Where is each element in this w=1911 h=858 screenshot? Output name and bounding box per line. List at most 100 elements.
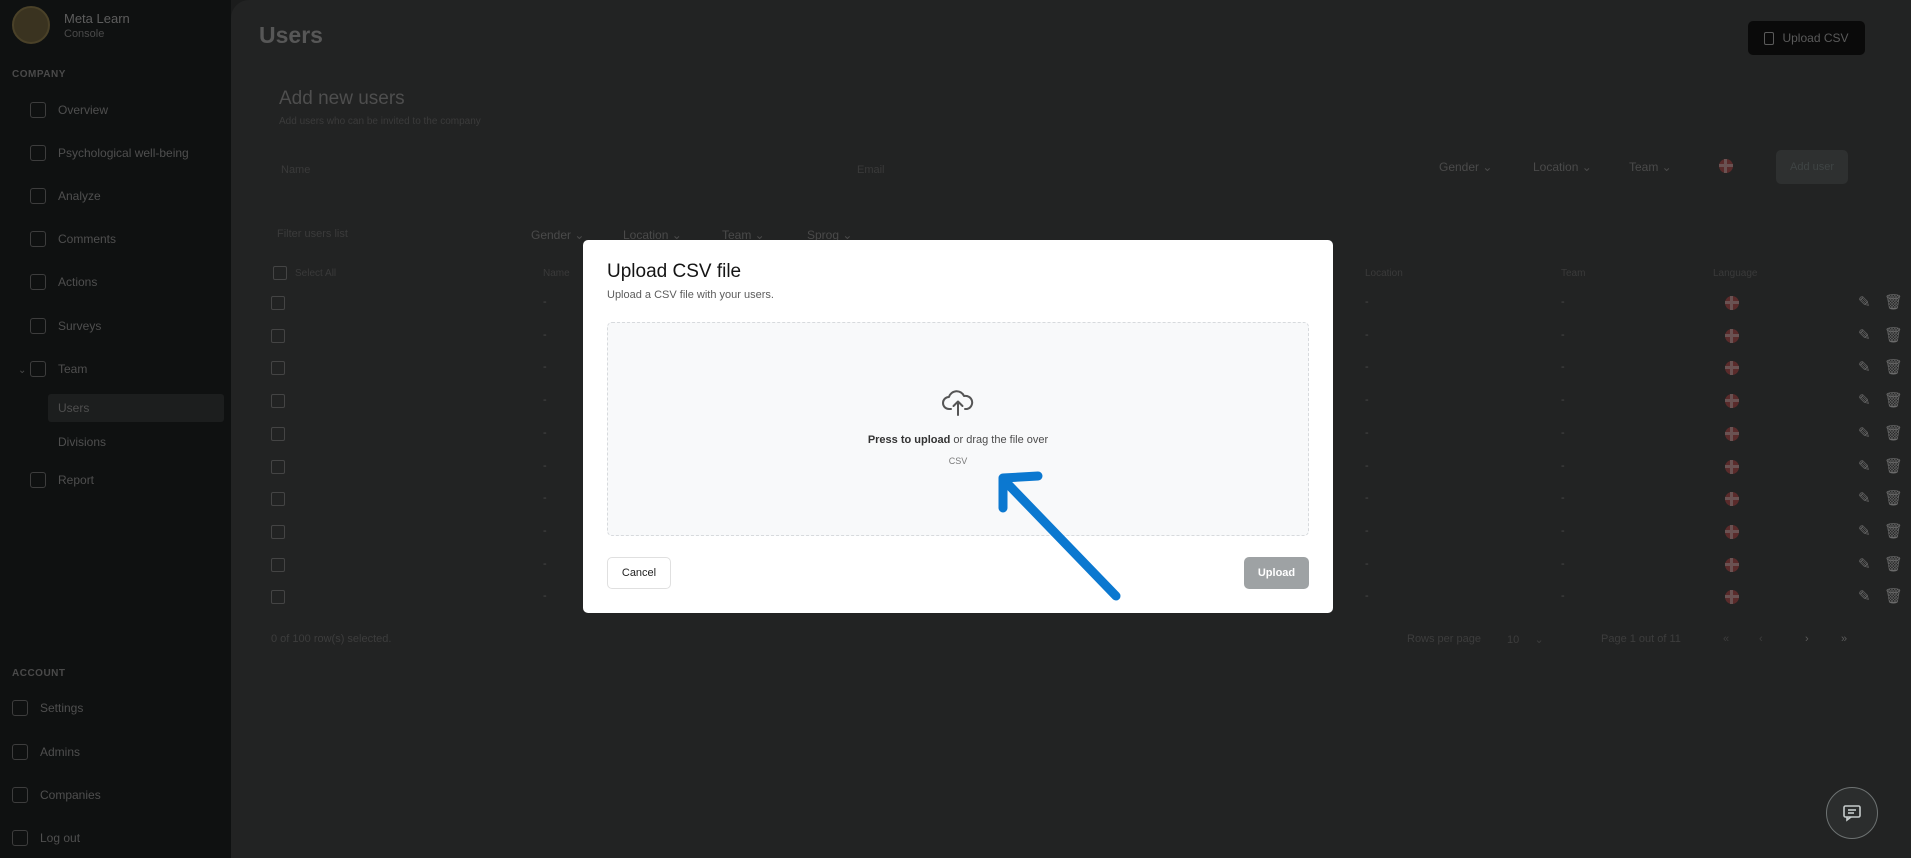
header-language: Language [1713, 268, 1758, 279]
sidebar-item-users[interactable]: Users [48, 394, 224, 422]
cell-location: - [1365, 459, 1369, 472]
row-checkbox[interactable] [271, 394, 285, 409]
row-checkbox[interactable] [271, 426, 285, 441]
chat-icon[interactable] [1826, 787, 1878, 839]
shield-icon [12, 744, 28, 760]
edit-icon[interactable]: ✎ [1858, 587, 1871, 605]
sidebar-item-report[interactable]: Report [30, 465, 222, 495]
language-flag-icon[interactable] [1719, 159, 1733, 173]
upload-csv-dialog: Upload CSV file Upload a CSV file with y… [583, 240, 1333, 613]
team-select[interactable]: Team ⌄ [1629, 160, 1672, 174]
trash-icon[interactable]: 🗑 [1884, 293, 1903, 311]
edit-icon[interactable]: ✎ [1858, 391, 1871, 409]
header-location: Location [1365, 268, 1403, 279]
report-icon [30, 472, 46, 488]
gender-select[interactable]: Gender ⌄ [1439, 160, 1492, 174]
upload-button[interactable]: Upload [1244, 557, 1309, 589]
add-user-button[interactable]: Add user [1776, 150, 1848, 184]
next-page-button[interactable]: › [1805, 633, 1809, 645]
row-checkbox[interactable] [271, 459, 285, 474]
row-checkbox[interactable] [271, 524, 285, 539]
sidebar-item-actions[interactable]: Actions [30, 267, 222, 297]
sidebar-item-admins[interactable]: Admins [12, 737, 204, 767]
row-checkbox[interactable] [271, 296, 285, 310]
row-checkbox[interactable] [271, 557, 285, 572]
sidebar-item-team[interactable]: Team [30, 354, 222, 384]
edit-icon[interactable]: ✎ [1858, 424, 1871, 442]
trash-icon[interactable]: 🗑 [1884, 489, 1903, 507]
trash-icon[interactable]: 🗑 [1884, 555, 1903, 573]
section-account: ACCOUNT [12, 668, 66, 679]
sidebar-item-divisions[interactable]: Divisions [48, 428, 224, 456]
sidebar-item-comments[interactable]: Comments [30, 224, 222, 254]
row-checkbox[interactable] [271, 361, 285, 376]
cell-name: - [543, 524, 547, 537]
brand-logo [12, 6, 50, 44]
cell-name: - [543, 590, 547, 603]
rows-per-page-label: Rows per page [1407, 633, 1481, 645]
sidebar-item-analyze[interactable]: Analyze [30, 181, 222, 211]
trash-icon[interactable]: 🗑 [1884, 457, 1903, 475]
last-page-button[interactable]: » [1841, 633, 1847, 645]
first-page-button[interactable]: « [1723, 633, 1729, 645]
trash-icon[interactable]: 🗑 [1884, 587, 1903, 605]
edit-icon[interactable]: ✎ [1858, 358, 1871, 376]
cell-location: - [1365, 524, 1369, 537]
brand-subtitle: Console [64, 27, 105, 40]
edit-icon[interactable]: ✎ [1858, 555, 1871, 573]
sidebar-item-logout[interactable]: Log out [12, 823, 204, 853]
sidebar-item-overview[interactable]: Overview [30, 95, 222, 125]
edit-icon[interactable]: ✎ [1858, 522, 1871, 540]
filter-input[interactable]: Filter users list [277, 228, 348, 240]
row-checkbox[interactable] [271, 492, 285, 507]
upload-csv-button[interactable]: Upload CSV [1748, 21, 1865, 55]
sidebar-item-settings[interactable]: Settings [12, 693, 204, 723]
trash-icon[interactable]: 🗑 [1884, 522, 1903, 540]
edit-icon[interactable]: ✎ [1858, 293, 1871, 311]
check-icon [30, 274, 46, 290]
language-flag-icon [1725, 557, 1739, 572]
edit-icon[interactable]: ✎ [1858, 326, 1871, 344]
sidebar-item-companies[interactable]: Companies [12, 780, 204, 810]
email-field[interactable]: Email [847, 156, 1407, 186]
cell-team: - [1561, 524, 1565, 537]
select-all-checkbox[interactable] [273, 266, 287, 280]
edit-icon[interactable]: ✎ [1858, 489, 1871, 507]
cell-name: - [543, 459, 547, 472]
add-users-title: Add new users [279, 88, 405, 109]
file-dropzone[interactable]: Press to upload or drag the file over CS… [607, 322, 1309, 536]
trash-icon[interactable]: 🗑 [1884, 326, 1903, 344]
brand-name: Meta Learn [64, 10, 130, 26]
comment-icon [30, 231, 46, 247]
edit-icon[interactable]: ✎ [1858, 457, 1871, 475]
brand[interactable]: Meta Learn Console [12, 6, 130, 44]
header-name: Name [543, 268, 570, 279]
cell-name: - [543, 426, 547, 439]
cell-team: - [1561, 426, 1565, 439]
location-select[interactable]: Location ⌄ [1533, 160, 1592, 174]
trash-icon[interactable]: 🗑 [1884, 358, 1903, 376]
sidebar-item-wellbeing[interactable]: Psychological well-being [30, 138, 222, 168]
row-checkbox[interactable] [271, 328, 285, 343]
dropzone-text: Press to upload or drag the file over [867, 434, 1049, 446]
prev-page-button[interactable]: ‹ [1759, 633, 1763, 645]
language-flag-icon [1725, 426, 1739, 441]
name-field[interactable]: Name [271, 156, 831, 186]
filter-gender[interactable]: Gender ⌄ [531, 228, 584, 242]
row-checkbox[interactable] [271, 590, 285, 605]
survey-icon [30, 318, 46, 334]
cell-team: - [1561, 296, 1565, 308]
selection-count: 0 of 100 row(s) selected. [271, 633, 392, 645]
language-flag-icon [1725, 394, 1739, 409]
cell-location: - [1365, 492, 1369, 505]
trash-icon[interactable]: 🗑 [1884, 391, 1903, 409]
cell-team: - [1561, 361, 1565, 374]
cancel-button[interactable]: Cancel [607, 557, 671, 589]
briefcase-icon [12, 787, 28, 803]
trash-icon[interactable]: 🗑 [1884, 424, 1903, 442]
dialog-title: Upload CSV file [607, 261, 742, 282]
sidebar-item-surveys[interactable]: Surveys [30, 311, 222, 341]
rows-per-page-select[interactable]: 10 ⌄ [1507, 633, 1544, 646]
language-flag-icon [1725, 296, 1739, 310]
cell-team: - [1561, 557, 1565, 570]
